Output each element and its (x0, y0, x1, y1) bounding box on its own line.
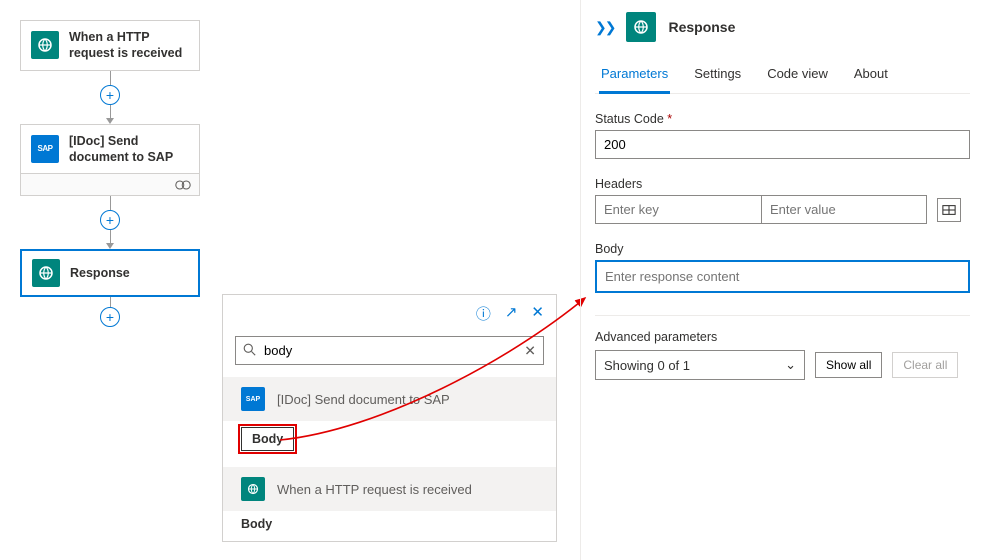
connector: + (20, 297, 200, 327)
tab-about[interactable]: About (852, 58, 890, 94)
advanced-parameters-label: Advanced parameters (595, 330, 970, 344)
response-icon (626, 12, 656, 42)
popup-section-idoc-label: [IDoc] Send document to SAP (277, 392, 450, 407)
properties-panel: ❯❯ Response Parameters Settings Code vie… (580, 0, 990, 560)
idoc-node[interactable]: SAP [IDoc] Send document to SAP (20, 124, 200, 175)
connector: + (20, 71, 200, 124)
http-icon (31, 31, 59, 59)
show-all-button[interactable]: Show all (815, 352, 882, 378)
connector: + (20, 196, 200, 249)
search-input[interactable] (235, 336, 544, 365)
popup-toolbar: ⓘ ↗ ✕ (223, 295, 556, 332)
clear-all-button: Clear all (892, 352, 958, 378)
close-icon[interactable]: ✕ (531, 303, 544, 324)
body-field: Body (595, 242, 970, 293)
response-node[interactable]: Response (20, 249, 200, 297)
response-node-label: Response (70, 265, 130, 281)
status-code-label: Status Code * (595, 112, 970, 126)
idoc-node-label: [IDoc] Send document to SAP (69, 133, 189, 166)
divider (595, 315, 970, 316)
header-value-input[interactable] (761, 195, 927, 224)
header-key-input[interactable] (595, 195, 761, 224)
tab-code-view[interactable]: Code view (765, 58, 830, 94)
body-token-idoc[interactable]: Body (241, 427, 294, 451)
status-code-input[interactable] (595, 130, 970, 159)
headers-table-mode-button[interactable] (937, 198, 961, 222)
status-code-field: Status Code * (595, 112, 970, 159)
dynamic-content-popup: ⓘ ↗ ✕ ✕ SAP [IDoc] Send document to SAP … (222, 294, 557, 542)
body-input[interactable] (595, 260, 970, 293)
advanced-parameters-row: Showing 0 of 1 ⌄ Show all Clear all (595, 350, 970, 380)
expand-icon[interactable]: ↗ (505, 303, 518, 324)
popup-section-idoc[interactable]: SAP [IDoc] Send document to SAP (223, 377, 556, 421)
popup-section-trigger-label: When a HTTP request is received (277, 482, 472, 497)
tabs: Parameters Settings Code view About (595, 58, 970, 94)
advanced-parameters-select-text: Showing 0 of 1 (604, 358, 690, 373)
search-icon (243, 343, 256, 359)
popup-section-trigger[interactable]: When a HTTP request is received (223, 467, 556, 511)
headers-field: Headers (595, 177, 970, 224)
panel-title: Response (668, 19, 735, 35)
add-step-button[interactable]: + (100, 210, 120, 230)
body-label: Body (595, 242, 970, 256)
tab-settings[interactable]: Settings (692, 58, 743, 94)
body-token-trigger[interactable]: Body (223, 511, 556, 531)
panel-header: ❯❯ Response (595, 12, 970, 42)
chevron-down-icon: ⌄ (785, 357, 796, 373)
sap-icon: SAP (241, 387, 265, 411)
clear-search-icon[interactable]: ✕ (524, 342, 536, 359)
add-step-button[interactable]: + (100, 85, 120, 105)
collapse-panel-icon[interactable]: ❯❯ (595, 19, 614, 36)
search-wrap: ✕ (235, 336, 544, 365)
trigger-node-label: When a HTTP request is received (69, 29, 189, 62)
tab-parameters[interactable]: Parameters (599, 58, 670, 94)
http-icon (241, 477, 265, 501)
info-icon[interactable]: ⓘ (476, 303, 491, 324)
sap-icon: SAP (31, 135, 59, 163)
advanced-parameters-select[interactable]: Showing 0 of 1 ⌄ (595, 350, 805, 380)
headers-label: Headers (595, 177, 970, 191)
trigger-node[interactable]: When a HTTP request is received (20, 20, 200, 71)
connection-icon (175, 180, 191, 190)
idoc-node-footer (20, 174, 200, 196)
add-step-button[interactable]: + (100, 307, 120, 327)
response-icon (32, 259, 60, 287)
workflow-canvas: When a HTTP request is received + SAP [I… (20, 20, 220, 327)
